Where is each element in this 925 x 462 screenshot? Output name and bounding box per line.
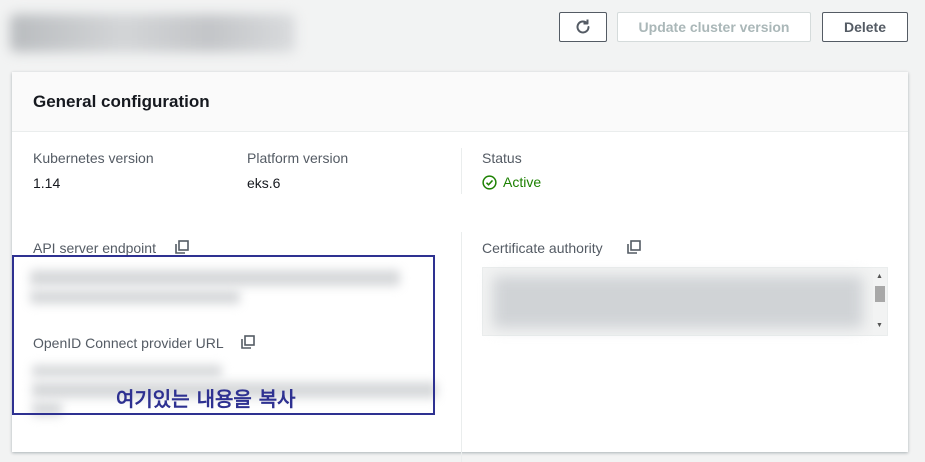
copy-icon[interactable] — [175, 240, 189, 254]
platform-version-label: Platform version — [247, 150, 349, 166]
scroll-down-arrow-icon[interactable]: ▼ — [876, 322, 883, 330]
scrollbar[interactable]: ▲ ▼ — [873, 268, 887, 335]
column-divider — [461, 148, 462, 194]
refresh-icon — [576, 19, 590, 34]
refresh-button[interactable] — [559, 12, 607, 42]
platform-version-value: eks.6 — [247, 175, 281, 191]
column-divider — [461, 232, 462, 462]
api-server-endpoint-label: API server endpoint — [33, 240, 156, 256]
kubernetes-version-value: 1.14 — [33, 175, 61, 191]
panel-header: General configuration — [12, 72, 908, 132]
update-cluster-version-button[interactable]: Update cluster version — [617, 12, 811, 42]
annotation-text: 여기있는 내용을 복사 — [116, 387, 296, 411]
cluster-name-redacted — [10, 14, 295, 52]
kubernetes-version-label: Kubernetes version — [33, 150, 154, 166]
certificate-authority-label: Certificate authority — [482, 240, 603, 256]
scroll-up-arrow-icon[interactable]: ▲ — [876, 273, 883, 281]
certificate-authority-textarea[interactable]: ▲ ▼ — [482, 267, 888, 336]
certificate-redacted — [493, 276, 863, 328]
panel-title: General configuration — [33, 92, 210, 111]
scroll-thumb[interactable] — [875, 286, 885, 302]
status-value: Active — [482, 174, 541, 190]
check-circle-icon — [482, 174, 497, 190]
status-label: Status — [482, 150, 522, 166]
delete-button[interactable]: Delete — [822, 12, 908, 42]
copy-icon[interactable] — [627, 240, 641, 254]
status-text: Active — [503, 174, 542, 190]
